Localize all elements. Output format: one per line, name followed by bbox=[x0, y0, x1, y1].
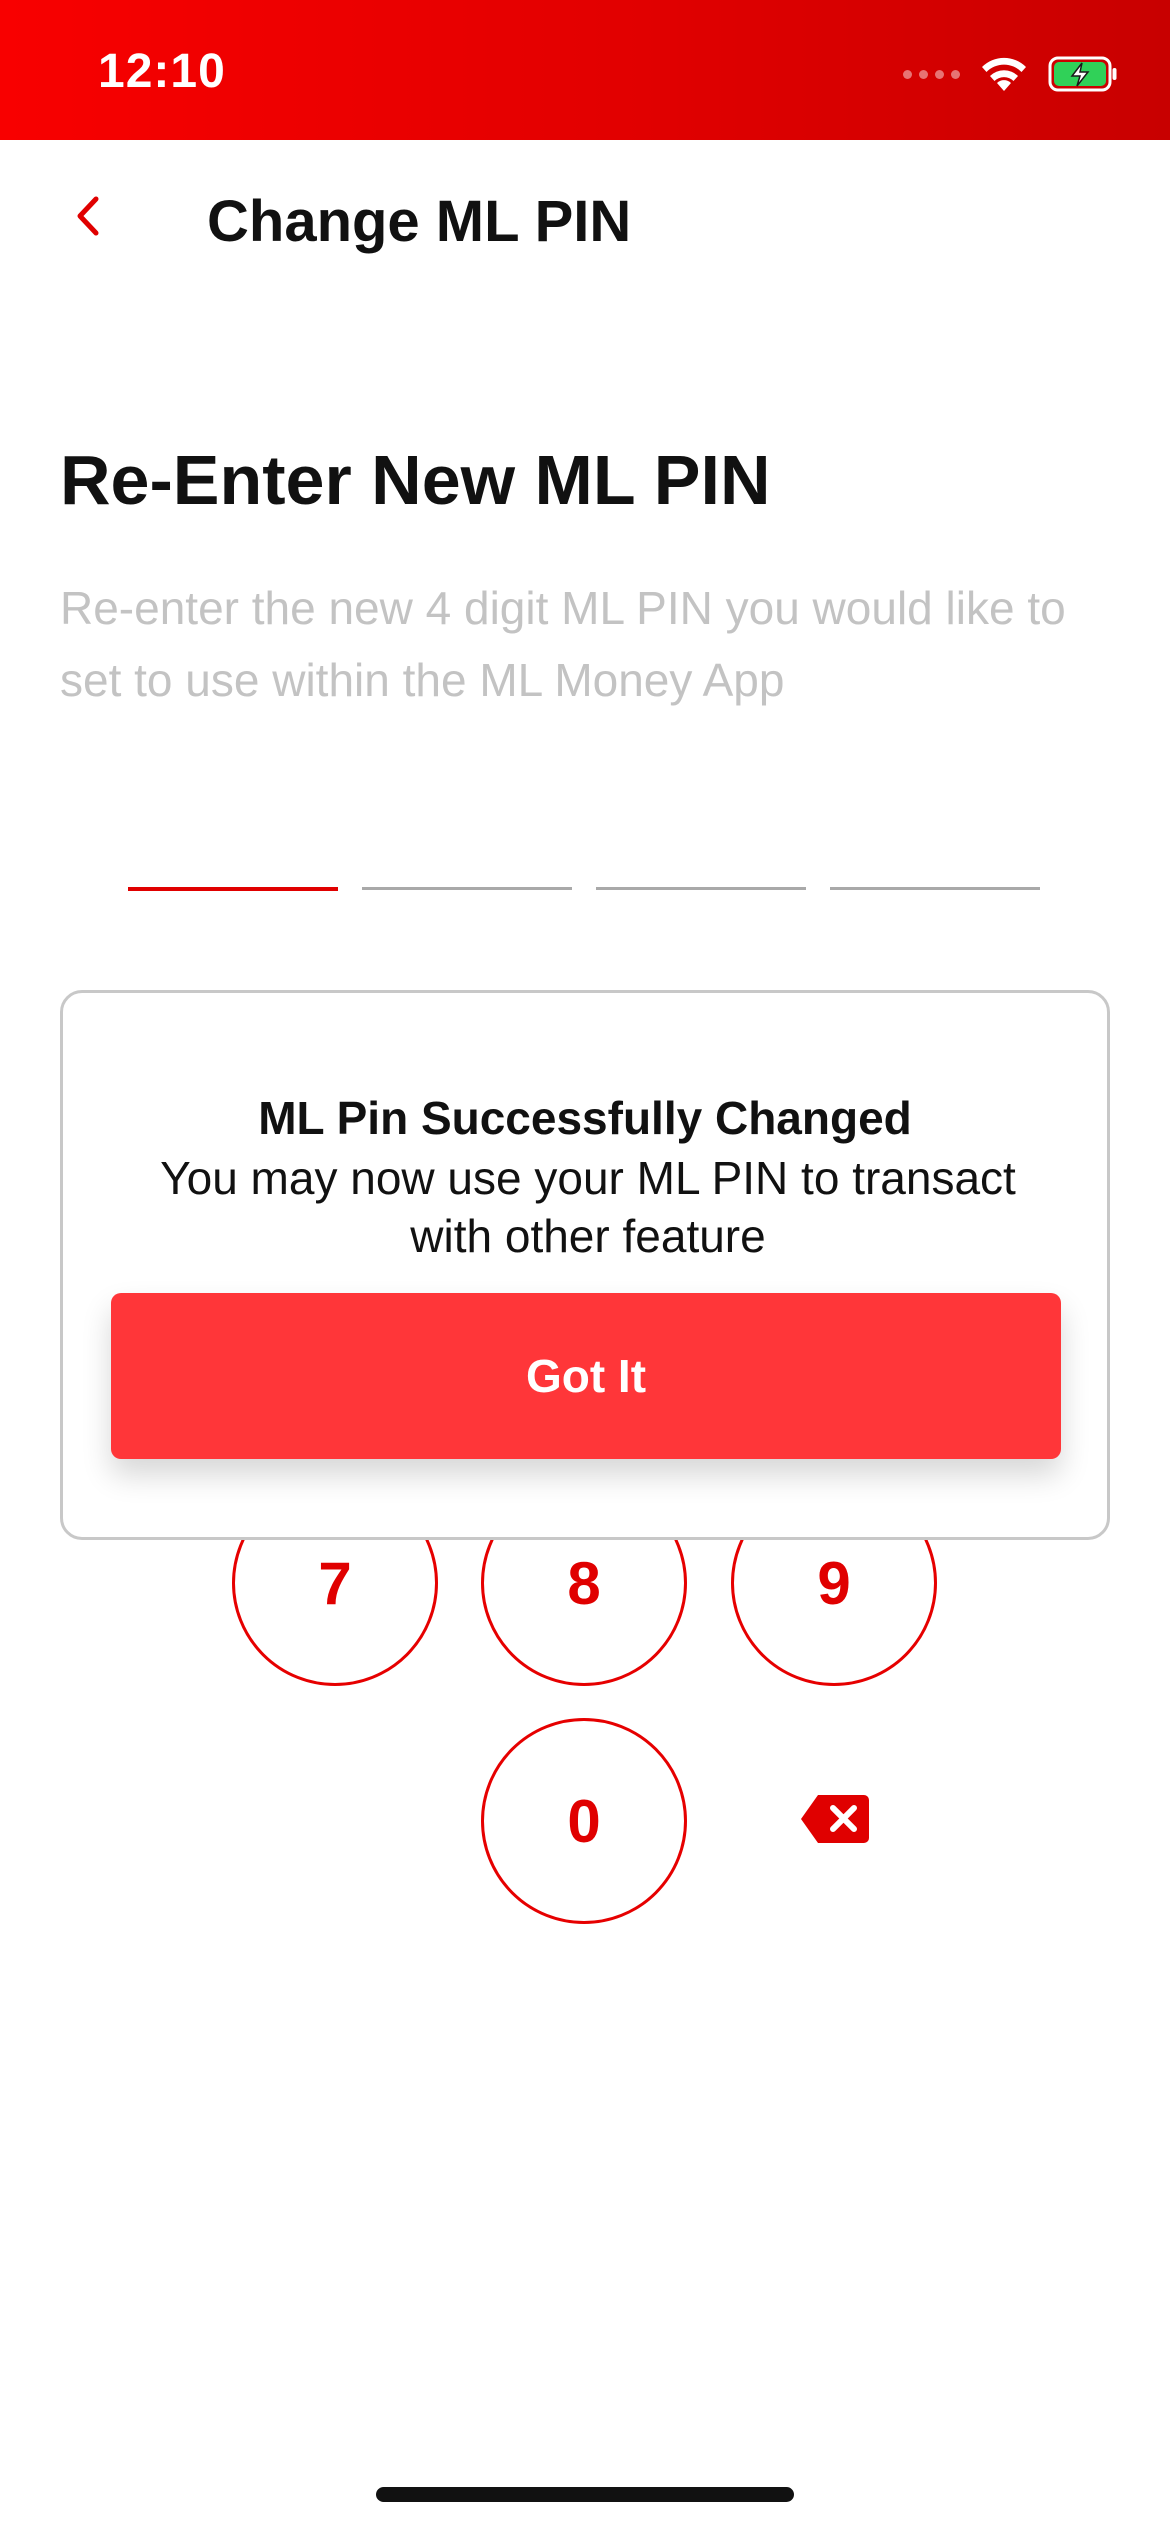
dialog-message: You may now use your ML PIN to transact … bbox=[160, 1152, 1016, 1262]
status-time: 12:10 bbox=[98, 45, 226, 98]
page-heading: Re-Enter New ML PIN bbox=[60, 441, 771, 519]
pin-slot-3 bbox=[596, 887, 806, 890]
pin-input[interactable] bbox=[128, 887, 1040, 891]
pin-slot-1 bbox=[128, 887, 338, 891]
status-bar: 12:10 bbox=[0, 0, 1170, 140]
home-indicator[interactable] bbox=[376, 2487, 794, 2502]
backspace-icon bbox=[801, 1795, 869, 1843]
dialog-title: ML Pin Successfully Changed bbox=[258, 1092, 912, 1144]
header: Change ML PIN bbox=[0, 140, 1170, 310]
back-button[interactable] bbox=[60, 188, 116, 244]
page-subtitle: Re-enter the new 4 digit ML PIN you woul… bbox=[60, 582, 1066, 706]
status-icons bbox=[903, 50, 1120, 98]
pin-slot-2 bbox=[362, 887, 572, 890]
wifi-icon bbox=[982, 57, 1026, 91]
battery-charging-icon bbox=[1048, 56, 1117, 92]
chevron-left-icon bbox=[77, 196, 99, 236]
got-it-button[interactable]: Got It bbox=[111, 1293, 1061, 1459]
pin-slot-4 bbox=[830, 887, 1040, 890]
keypad-key-0[interactable]: 0 bbox=[481, 1718, 687, 1924]
cellular-signal-icon bbox=[903, 69, 960, 79]
delete-button[interactable] bbox=[800, 1793, 870, 1845]
success-dialog: ML Pin Successfully Changed You may now … bbox=[60, 990, 1110, 1540]
header-title: Change ML PIN bbox=[207, 189, 632, 254]
